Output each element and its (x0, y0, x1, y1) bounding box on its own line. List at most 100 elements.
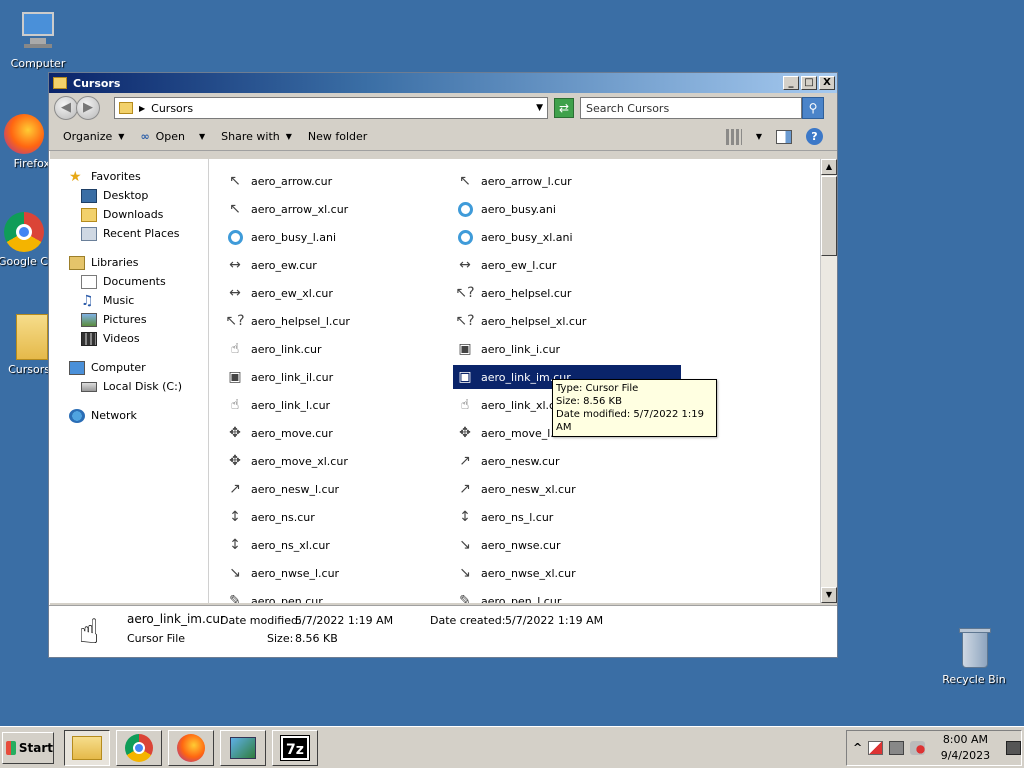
maximize-button[interactable]: □ (801, 76, 817, 90)
nav-item-local-disk[interactable]: Local Disk (C:) (49, 377, 208, 396)
file-name: aero_busy_l.ani (251, 230, 337, 244)
desktop-icon-cursors-folder[interactable]: Cursors (0, 314, 50, 376)
help-icon[interactable]: ? (806, 128, 823, 145)
search-input[interactable]: Search Cursors (580, 97, 802, 119)
preview-pane-icon[interactable] (776, 129, 792, 144)
file-list-pane: ↖ aero_arrow.cur ↖ aero_arrow_l.cur ↖ aero_ar… (209, 159, 837, 603)
file-item[interactable]: ↗ aero_nesw_xl.cur (453, 477, 683, 501)
file-item[interactable]: ↘ aero_nwse_l.cur (223, 561, 453, 585)
network-status-icon[interactable] (889, 740, 904, 755)
nav-item-favorites[interactable]: ★ Favorites (49, 167, 208, 186)
desktop-label: Computer (10, 57, 66, 70)
file-item[interactable]: ☝ aero_link.cur (223, 337, 453, 361)
file-item[interactable]: ↕ aero_ns.cur (223, 505, 453, 529)
file-item[interactable]: ☝ aero_link_l.cur (223, 393, 453, 417)
forward-button[interactable]: ▶ (76, 96, 100, 120)
nav-label: Documents (103, 275, 166, 288)
refresh-button[interactable]: ⇄ (554, 98, 574, 118)
file-item[interactable]: ↕ aero_ns_xl.cur (223, 533, 453, 557)
desktop-label: Google Chrome (0, 255, 50, 268)
file-item[interactable]: ✎ aero_pen_l.cur (453, 589, 683, 603)
folder-icon (72, 735, 102, 760)
desktop-icon-firefox[interactable]: Firefox (0, 114, 50, 170)
back-button[interactable]: ◀ (54, 96, 78, 120)
file-item[interactable]: ↔ aero_ew_xl.cur (223, 281, 453, 305)
file-item[interactable]: ↔ aero_ew_l.cur (453, 253, 683, 277)
taskbar-firefox[interactable] (168, 729, 214, 766)
nav-label: Videos (103, 332, 140, 345)
nav-item-recent-places[interactable]: Recent Places (49, 224, 208, 243)
nav-item-computer[interactable]: Computer (49, 358, 208, 377)
file-item[interactable]: ↖? aero_helpsel_xl.cur (453, 309, 683, 333)
file-item[interactable]: aero_busy.ani (453, 197, 683, 221)
nav-item-network[interactable]: Network (49, 406, 208, 425)
file-item[interactable]: ↗ aero_nesw_l.cur (223, 477, 453, 501)
star-icon: ★ (69, 168, 82, 185)
desktop-icon-recycle-bin[interactable]: Recycle Bin (936, 626, 1012, 686)
file-item[interactable]: ↖ aero_arrow_l.cur (453, 169, 683, 193)
desktop-icon-chrome[interactable]: Google Chrome (0, 212, 50, 268)
scroll-down-button[interactable]: ▼ (821, 587, 837, 603)
file-item[interactable]: ✥ aero_move_xl.cur (223, 449, 453, 473)
refresh-icon: ⇄ (558, 101, 570, 115)
address-field[interactable]: ▶ Cursors ▼ (114, 97, 548, 119)
tooltip-date-modified: Date modified: 5/7/2022 1:19 AM (556, 409, 704, 433)
nav-item-documents[interactable]: Documents (49, 272, 208, 291)
file-item[interactable]: ✥ aero_move.cur (223, 421, 453, 445)
file-item[interactable]: ▣ aero_link_i.cur (453, 337, 683, 361)
nav-item-libraries[interactable]: Libraries (49, 253, 208, 272)
organize-button[interactable]: Organize ▼ (63, 130, 124, 143)
close-button[interactable]: X (819, 76, 835, 90)
file-item[interactable]: ✎ aero_pen.cur (223, 589, 453, 603)
nav-item-downloads[interactable]: Downloads (49, 205, 208, 224)
taskbar-chrome[interactable] (116, 729, 162, 766)
file-item[interactable]: aero_busy_xl.ani (453, 225, 683, 249)
file-item[interactable]: ↖ aero_arrow_xl.cur (223, 197, 453, 221)
windows-logo-icon (6, 740, 16, 755)
share-with-button[interactable]: Share with ▼ (221, 130, 292, 143)
recycle-bin-icon (952, 626, 996, 670)
search-button[interactable]: ⚲ (802, 97, 824, 119)
new-folder-button[interactable]: New folder (308, 130, 367, 143)
nav-item-videos[interactable]: Videos (49, 329, 208, 348)
file-item[interactable]: ↘ aero_nwse_xl.cur (453, 561, 683, 585)
start-button[interactable]: Start (2, 731, 54, 764)
nav-item-pictures[interactable]: Pictures (49, 310, 208, 329)
taskbar-explorer[interactable] (64, 729, 110, 766)
taskbar-installer[interactable] (220, 729, 266, 766)
file-item[interactable]: ↖? aero_helpsel.cur (453, 281, 683, 305)
action-center-flag-icon[interactable] (868, 740, 884, 755)
move-icon: ✥ (229, 425, 241, 441)
nav-item-desktop[interactable]: Desktop (49, 186, 208, 205)
clock[interactable]: 8:00 AM 9/4/2023 (941, 732, 990, 764)
file-item[interactable]: ▣ aero_link_il.cur (223, 365, 453, 389)
nav-label: Desktop (103, 189, 149, 202)
title-bar[interactable]: Cursors _ □ X (49, 73, 837, 93)
file-item[interactable]: ↖? aero_helpsel_l.cur (223, 309, 453, 333)
change-view-icon[interactable] (725, 128, 742, 145)
videos-icon (81, 331, 97, 346)
show-hidden-icons-button[interactable]: ^ (853, 741, 862, 754)
volume-muted-icon[interactable] (910, 740, 925, 755)
minimize-button[interactable]: _ (783, 76, 799, 90)
file-item[interactable]: ↗ aero_nesw.cur (453, 449, 683, 473)
open-button[interactable]: ∞ Open ▼ (140, 130, 205, 143)
scroll-up-button[interactable]: ▲ (821, 159, 837, 175)
file-item[interactable]: aero_busy_l.ani (223, 225, 453, 249)
breadcrumb-chevron-icon[interactable]: ▶ (139, 104, 145, 113)
chevron-down-icon[interactable]: ▼ (536, 103, 543, 113)
taskbar-7zip[interactable]: 7z (272, 729, 318, 766)
file-item[interactable]: ↕ aero_ns_l.cur (453, 505, 683, 529)
breadcrumb[interactable]: Cursors (151, 102, 193, 115)
firefox-icon (177, 733, 205, 762)
file-name: aero_nwse_l.cur (251, 566, 340, 580)
vertical-scrollbar[interactable]: ▲ ▼ (820, 159, 837, 603)
desktop-icon-computer[interactable]: Computer (0, 10, 76, 70)
chevron-down-icon[interactable]: ▼ (756, 132, 762, 141)
file-item[interactable]: ↖ aero_arrow.cur (223, 169, 453, 193)
scroll-thumb[interactable] (821, 176, 837, 256)
file-item[interactable]: ↔ aero_ew.cur (223, 253, 453, 277)
file-item[interactable]: ↘ aero_nwse.cur (453, 533, 683, 557)
nav-item-music[interactable]: ♫ Music (49, 291, 208, 310)
show-desktop-button[interactable] (1006, 740, 1022, 755)
